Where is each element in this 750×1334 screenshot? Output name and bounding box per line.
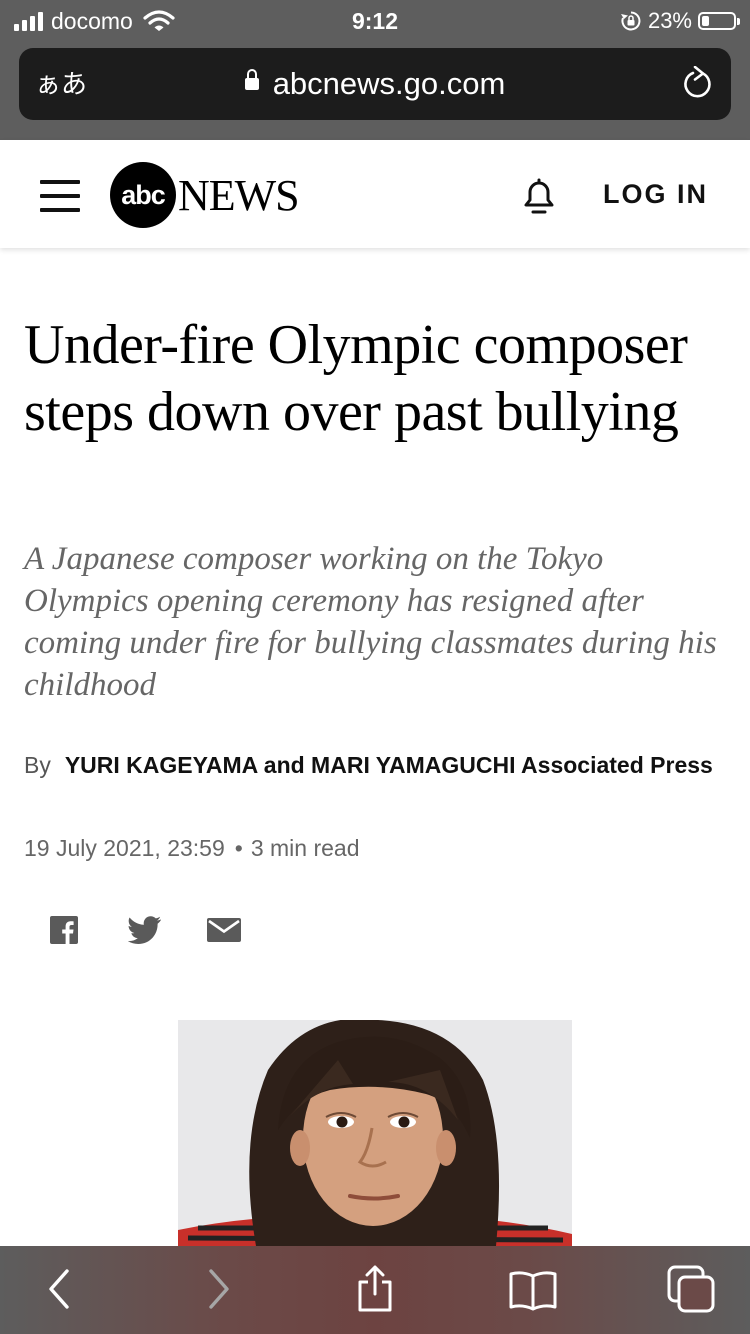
logo-abc-mark: abc <box>110 162 176 228</box>
byline: By YURI KAGEYAMA and MARI YAMAGUCHI Assoc… <box>24 744 724 786</box>
url-bar[interactable]: ぁあ abcnews.go.com <box>19 48 731 120</box>
back-icon[interactable] <box>44 1264 74 1314</box>
share-buttons <box>50 916 241 944</box>
byline-prefix: By <box>24 752 51 778</box>
read-time: 3 min read <box>250 835 360 861</box>
lock-icon <box>244 68 259 90</box>
forward-icon[interactable] <box>204 1264 234 1314</box>
abc-news-logo[interactable]: abc NEWS <box>110 162 300 228</box>
article-headline: Under-fire Olympic composer steps down o… <box>24 314 688 443</box>
bookmarks-icon[interactable] <box>507 1264 559 1314</box>
battery-level <box>702 16 709 26</box>
reload-icon[interactable] <box>681 66 715 102</box>
rotation-lock-icon <box>620 11 641 31</box>
tabs-icon[interactable] <box>666 1264 716 1314</box>
article-photo[interactable] <box>178 1020 572 1246</box>
browser-toolbar <box>0 1246 750 1334</box>
status-right: 23% <box>620 6 740 36</box>
byline-authors[interactable]: YURI KAGEYAMA and MARI YAMAGUCHI Associa… <box>65 752 713 778</box>
article-subheadline: A Japanese composer working on the Tokyo… <box>24 541 717 703</box>
logo-news-wordmark: NEWS <box>178 170 300 220</box>
bell-icon[interactable] <box>517 175 561 217</box>
share-icon[interactable] <box>354 1264 396 1314</box>
menu-icon[interactable] <box>40 180 80 212</box>
site-header: abc NEWS LOG IN <box>0 140 750 248</box>
url-field[interactable]: abcnews.go.com <box>19 48 731 120</box>
login-button[interactable]: LOG IN <box>603 140 708 248</box>
twitter-icon[interactable] <box>128 916 162 944</box>
dateline: 19 July 2021, 23:59 • 3 min read <box>24 834 360 862</box>
status-bar: docomo 9:12 23% ぁあ abcnews.go.com <box>0 0 750 140</box>
facebook-icon[interactable] <box>50 916 78 944</box>
publish-date: 19 July 2021, 23:59 <box>24 835 225 861</box>
portrait-image <box>178 1020 572 1246</box>
battery-percent: 23% <box>647 8 692 33</box>
email-icon[interactable] <box>207 918 241 942</box>
battery-icon <box>698 12 740 30</box>
url-text: abcnews.go.com <box>272 66 506 101</box>
meta-separator: • <box>234 835 243 861</box>
